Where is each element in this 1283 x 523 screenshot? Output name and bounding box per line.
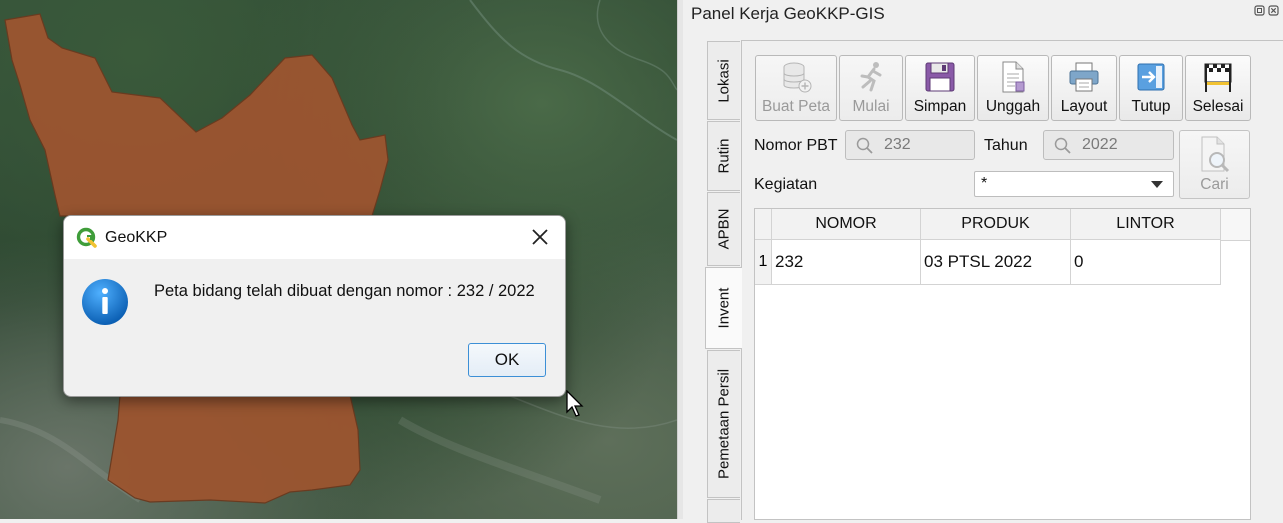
table-corner[interactable] bbox=[755, 209, 772, 240]
button-label: Simpan bbox=[913, 98, 967, 115]
tahun-input[interactable]: 2022 bbox=[1043, 130, 1174, 160]
table-cell[interactable]: 0 bbox=[1071, 240, 1221, 285]
exit-arrow-icon bbox=[1137, 63, 1165, 91]
tab-label: Lokasi bbox=[715, 58, 733, 103]
table-cell[interactable]: 232 bbox=[772, 240, 921, 285]
tutup-button[interactable]: Tutup bbox=[1119, 55, 1183, 121]
dialog-title: GeoKKP bbox=[105, 228, 168, 246]
column-header-nomor[interactable]: NOMOR bbox=[772, 209, 921, 240]
ok-button[interactable]: OK bbox=[468, 343, 546, 377]
nomor-pbt-label: Nomor PBT bbox=[754, 137, 838, 154]
kegiatan-select[interactable]: * bbox=[974, 171, 1174, 197]
selesai-button[interactable]: Selesai bbox=[1185, 55, 1251, 121]
database-add-icon bbox=[783, 62, 812, 93]
simpan-button[interactable]: Simpan bbox=[905, 55, 975, 121]
tab-lokasi[interactable]: Lokasi bbox=[707, 41, 740, 120]
dialog-body: Peta bidang telah dibuat dengan nomor : … bbox=[64, 259, 565, 395]
mouse-cursor-icon bbox=[566, 390, 584, 417]
mulai-button[interactable]: Mulai bbox=[839, 55, 903, 121]
tab-pemetaan-persil[interactable]: Pemetaan Persil bbox=[707, 350, 740, 498]
chevron-down-icon bbox=[1151, 181, 1163, 188]
document-search-icon bbox=[1201, 136, 1230, 173]
layout-button[interactable]: Layout bbox=[1051, 55, 1117, 121]
tab-label: Pemetaan Persil bbox=[715, 368, 733, 480]
message-dialog: GeoKKP Peta bidang telah dibuat dengan n… bbox=[63, 215, 566, 397]
unggah-button[interactable]: Unggah bbox=[977, 55, 1049, 121]
document-upload-icon bbox=[1002, 61, 1025, 93]
kegiatan-label: Kegiatan bbox=[754, 176, 818, 193]
close-panel-icon[interactable] bbox=[1268, 5, 1279, 16]
tab-more[interactable] bbox=[707, 499, 740, 523]
panel-title: Panel Kerja GeoKKP-GIS bbox=[691, 4, 885, 23]
nomor-pbt-input[interactable]: 232 bbox=[845, 130, 975, 160]
cari-button[interactable]: Cari bbox=[1179, 130, 1250, 199]
button-label: Buat Peta bbox=[761, 98, 831, 115]
finish-flag-icon bbox=[1204, 63, 1232, 92]
info-icon bbox=[82, 279, 128, 325]
nomor-pbt-value: 232 bbox=[884, 136, 911, 153]
tahun-label: Tahun bbox=[984, 137, 1028, 154]
table-cell[interactable]: 03 PTSL 2022 bbox=[921, 240, 1071, 285]
button-label: Mulai bbox=[852, 98, 890, 115]
float-panel-icon[interactable] bbox=[1254, 5, 1265, 16]
tab-label: Invent bbox=[715, 287, 733, 329]
row-header[interactable]: 1 bbox=[755, 240, 772, 285]
tab-label: Rutin bbox=[715, 138, 733, 174]
tab-label: APBN bbox=[715, 208, 733, 250]
column-header-lintor[interactable]: LINTOR bbox=[1071, 209, 1221, 240]
search-icon bbox=[1054, 137, 1071, 154]
button-label: Layout bbox=[1060, 98, 1108, 115]
printer-icon bbox=[1069, 62, 1099, 92]
floppy-disk-icon bbox=[925, 62, 955, 92]
column-header-produk[interactable]: PRODUK bbox=[921, 209, 1071, 240]
tab-apbn[interactable]: APBN bbox=[707, 192, 740, 266]
close-icon[interactable] bbox=[529, 226, 551, 248]
tab-invent[interactable]: Invent bbox=[705, 267, 742, 349]
result-table[interactable]: NOMOR PRODUK LINTOR 1 232 03 PTSL 2022 0 bbox=[754, 208, 1251, 520]
dialog-titlebar[interactable]: GeoKKP bbox=[64, 216, 565, 259]
buat-peta-button[interactable]: Buat Peta bbox=[755, 55, 837, 121]
invent-tab-content: Buat Peta Mulai Simpan Unggah Layout Tut… bbox=[741, 40, 1283, 520]
header-filler bbox=[1221, 209, 1250, 241]
qgis-logo-icon bbox=[76, 227, 97, 248]
tab-rutin[interactable]: Rutin bbox=[707, 121, 740, 191]
button-label: Unggah bbox=[985, 98, 1041, 115]
search-icon bbox=[856, 137, 873, 154]
runner-icon bbox=[860, 62, 882, 92]
geokkp-panel: Panel Kerja GeoKKP-GIS Lokasi Rutin APBN… bbox=[683, 0, 1283, 523]
button-label: Selesai bbox=[1192, 98, 1244, 115]
kegiatan-value: * bbox=[981, 175, 988, 192]
button-label: Cari bbox=[1200, 176, 1229, 193]
tahun-value: 2022 bbox=[1082, 136, 1118, 153]
button-label: Tutup bbox=[1131, 98, 1171, 115]
dialog-message: Peta bidang telah dibuat dengan nomor : … bbox=[154, 282, 535, 300]
